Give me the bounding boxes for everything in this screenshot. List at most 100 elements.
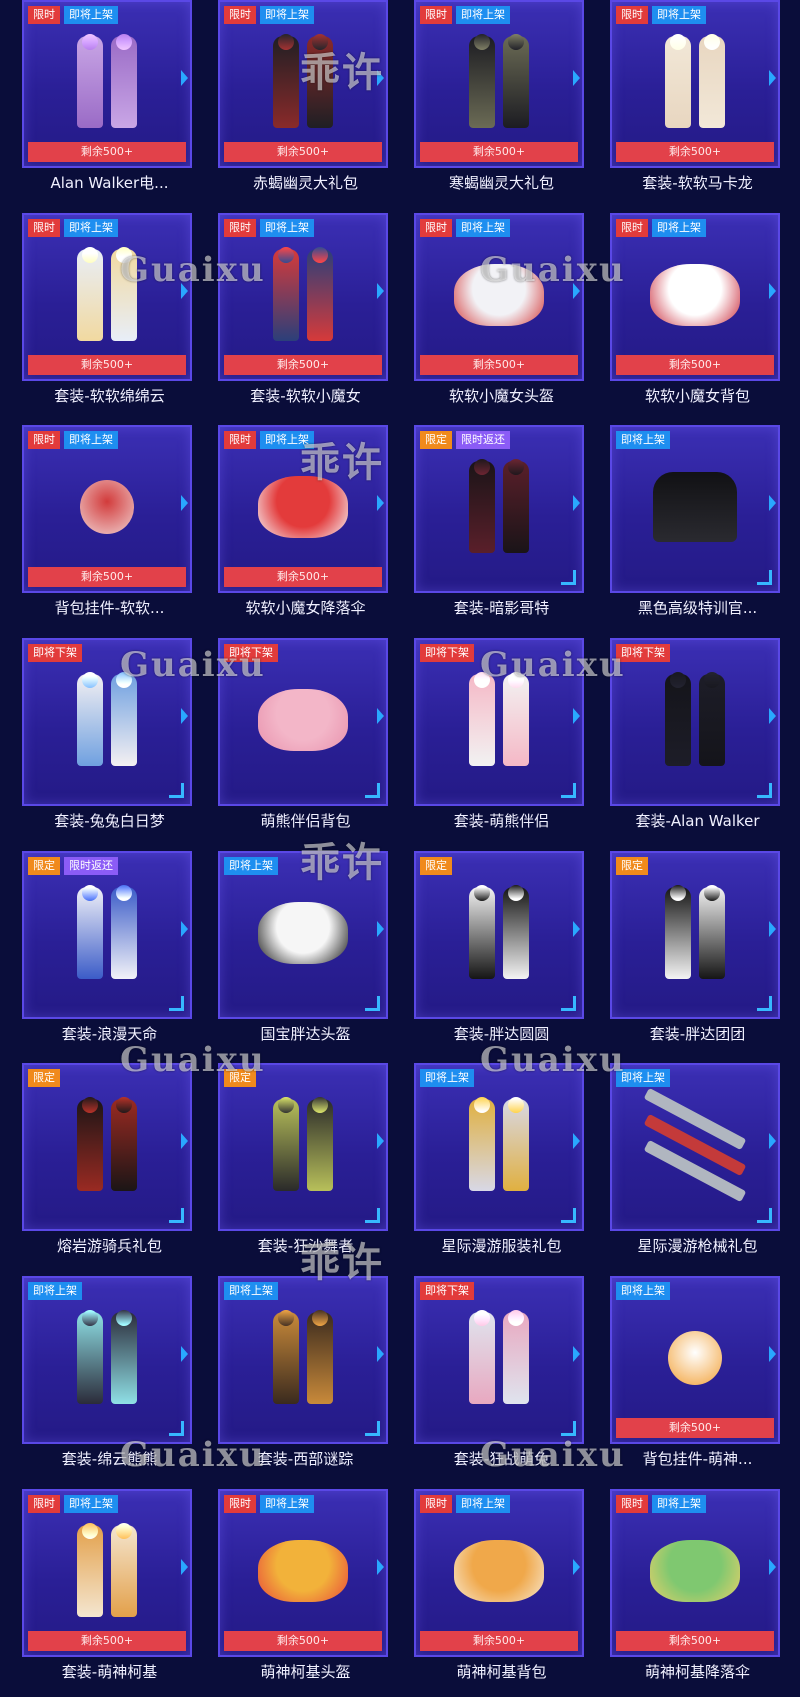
- chevron-right-icon[interactable]: [181, 1133, 188, 1150]
- chevron-right-icon[interactable]: [769, 1346, 776, 1363]
- item-tile[interactable]: 限时 即将上架 剩余500+ 套装-软软马卡龙: [606, 0, 789, 200]
- chevron-right-icon[interactable]: [181, 495, 188, 512]
- item-card[interactable]: 限定: [414, 850, 584, 1019]
- item-card[interactable]: 限定 限时返还: [22, 850, 192, 1019]
- item-tile[interactable]: 限定 限时返还 套装-暗影哥特: [410, 425, 593, 625]
- item-card[interactable]: 限定: [22, 1063, 192, 1232]
- item-tile[interactable]: 限时 即将上架 剩余500+ 萌神柯基头盔: [214, 1488, 397, 1689]
- item-card[interactable]: 限时 即将上架 剩余500+: [610, 1488, 780, 1657]
- item-tile[interactable]: 即将上架 黑色高级特训官...: [606, 425, 789, 625]
- item-tile[interactable]: 即将上架 国宝胖达头盔: [214, 850, 397, 1051]
- item-card[interactable]: 限定: [610, 850, 780, 1019]
- item-card[interactable]: 限定 限时返还: [414, 425, 584, 594]
- chevron-right-icon[interactable]: [377, 282, 384, 299]
- item-tile[interactable]: 限时 即将上架 剩余500+ 萌神柯基降落伞: [606, 1488, 789, 1689]
- item-image: [612, 875, 778, 991]
- item-tile[interactable]: 限时 即将上架 剩余500+ 软软小魔女头盔: [410, 212, 593, 413]
- item-tile[interactable]: 限时 即将上架 剩余500+ 套装-软软绵绵云: [18, 212, 201, 413]
- item-tile[interactable]: 限定 套装-狂沙舞者: [214, 1063, 397, 1263]
- item-tile[interactable]: 限时 即将上架 剩余500+ 寒蝎幽灵大礼包: [410, 0, 593, 200]
- chevron-right-icon[interactable]: [181, 1346, 188, 1363]
- chevron-right-icon[interactable]: [377, 1133, 384, 1150]
- chevron-right-icon[interactable]: [573, 1133, 580, 1150]
- item-card[interactable]: 限时 即将上架 剩余500+: [22, 425, 192, 594]
- item-tile[interactable]: 限定 套装-胖达圆圆: [410, 850, 593, 1051]
- item-card[interactable]: 即将上架: [610, 425, 780, 594]
- item-card[interactable]: 即将上架: [22, 1276, 192, 1445]
- chevron-right-icon[interactable]: [573, 1558, 580, 1575]
- chevron-right-icon[interactable]: [573, 282, 580, 299]
- item-tile[interactable]: 限时 即将上架 剩余500+ 软软小魔女降落伞: [214, 425, 397, 625]
- chevron-right-icon[interactable]: [769, 1133, 776, 1150]
- chevron-right-icon[interactable]: [769, 708, 776, 725]
- item-tile[interactable]: 即将下架 套装-萌熊伴侣: [410, 638, 593, 838]
- item-tile[interactable]: 限定 限时返还 套装-浪漫天命: [18, 850, 201, 1051]
- item-card[interactable]: 限时 即将上架 剩余500+: [22, 0, 192, 168]
- item-card[interactable]: 即将上架: [218, 1276, 388, 1445]
- item-tile[interactable]: 即将上架 星际漫游服装礼包: [410, 1063, 593, 1263]
- item-tile[interactable]: 限时 即将上架 剩余500+ 背包挂件-软软...: [18, 425, 201, 625]
- item-tile[interactable]: 即将下架 套装-兔兔白日梦: [18, 638, 201, 838]
- chevron-right-icon[interactable]: [377, 70, 384, 86]
- item-card[interactable]: 限时 即将上架 剩余500+: [610, 0, 780, 168]
- item-card[interactable]: 即将上架 剩余500+: [610, 1276, 780, 1445]
- item-card[interactable]: 即将下架: [414, 1276, 584, 1445]
- chevron-right-icon[interactable]: [377, 1558, 384, 1575]
- item-tile[interactable]: 限定 熔岩游骑兵礼包: [18, 1063, 201, 1263]
- item-card[interactable]: 即将下架: [610, 638, 780, 807]
- item-card[interactable]: 限时 即将上架 剩余500+: [218, 1488, 388, 1657]
- item-image: [220, 875, 386, 991]
- chevron-right-icon[interactable]: [769, 70, 776, 86]
- chevron-right-icon[interactable]: [769, 920, 776, 937]
- item-tile[interactable]: 即将下架 萌熊伴侣背包: [214, 638, 397, 838]
- item-card[interactable]: 即将下架: [22, 638, 192, 807]
- chevron-right-icon[interactable]: [181, 920, 188, 937]
- item-tile[interactable]: 限时 即将上架 剩余500+ Alan Walker电...: [18, 0, 201, 200]
- item-tile[interactable]: 即将下架 套装-Alan Walker: [606, 638, 789, 838]
- item-card[interactable]: 限时 即将上架 剩余500+: [218, 425, 388, 594]
- chevron-right-icon[interactable]: [769, 282, 776, 299]
- item-tile[interactable]: 限定 套装-胖达团团: [606, 850, 789, 1051]
- item-name: Alan Walker电...: [50, 174, 169, 192]
- chevron-right-icon[interactable]: [769, 495, 776, 512]
- chevron-right-icon[interactable]: [769, 1558, 776, 1575]
- item-card[interactable]: 限时 即将上架 剩余500+: [22, 212, 192, 381]
- item-tile[interactable]: 即将下架 套装-狂战萌兔: [410, 1276, 593, 1476]
- item-tile[interactable]: 即将上架 剩余500+ 背包挂件-萌神...: [606, 1276, 789, 1476]
- item-tile[interactable]: 限时 即将上架 剩余500+ 套装-软软小魔女: [214, 212, 397, 413]
- item-card[interactable]: 限定: [218, 1063, 388, 1232]
- item-card[interactable]: 限时 即将上架 剩余500+: [22, 1488, 192, 1657]
- item-card[interactable]: 即将上架: [414, 1063, 584, 1232]
- item-tile[interactable]: 即将上架 套装-西部谜踪: [214, 1276, 397, 1476]
- chevron-right-icon[interactable]: [377, 1346, 384, 1363]
- coming-soon-badge: 即将上架: [64, 1494, 118, 1513]
- item-card[interactable]: 限时 即将上架 剩余500+: [610, 212, 780, 381]
- item-card[interactable]: 限时 即将上架 剩余500+: [218, 212, 388, 381]
- chevron-right-icon[interactable]: [573, 708, 580, 725]
- chevron-right-icon[interactable]: [181, 1558, 188, 1575]
- chevron-right-icon[interactable]: [573, 1346, 580, 1363]
- item-tile[interactable]: 限时 即将上架 剩余500+ 软软小魔女背包: [606, 212, 789, 413]
- item-tile[interactable]: 限时 即将上架 剩余500+ 套装-萌神柯基: [18, 1488, 201, 1689]
- chevron-right-icon[interactable]: [377, 920, 384, 937]
- item-tile[interactable]: 即将上架 套装-绵云熊熊: [18, 1276, 201, 1476]
- item-card[interactable]: 限时 即将上架 剩余500+: [218, 0, 388, 168]
- item-card[interactable]: 限时 即将上架 剩余500+: [414, 0, 584, 168]
- item-card[interactable]: 即将下架: [414, 638, 584, 807]
- item-card[interactable]: 即将上架: [218, 850, 388, 1019]
- chevron-right-icon[interactable]: [377, 495, 384, 512]
- item-card[interactable]: 即将下架: [218, 638, 388, 807]
- chevron-right-icon[interactable]: [181, 708, 188, 725]
- chevron-right-icon[interactable]: [181, 70, 188, 86]
- item-card[interactable]: 即将上架: [610, 1063, 780, 1232]
- item-tile[interactable]: 限时 即将上架 剩余500+ 赤蝎幽灵大礼包: [214, 0, 397, 200]
- item-tile[interactable]: 限时 即将上架 剩余500+ 萌神柯基背包: [410, 1488, 593, 1689]
- chevron-right-icon[interactable]: [573, 920, 580, 937]
- chevron-right-icon[interactable]: [181, 282, 188, 299]
- chevron-right-icon[interactable]: [573, 495, 580, 512]
- chevron-right-icon[interactable]: [573, 70, 580, 86]
- item-card[interactable]: 限时 即将上架 剩余500+: [414, 212, 584, 381]
- chevron-right-icon[interactable]: [377, 708, 384, 725]
- item-tile[interactable]: 即将上架 星际漫游枪械礼包: [606, 1063, 789, 1263]
- item-card[interactable]: 限时 即将上架 剩余500+: [414, 1488, 584, 1657]
